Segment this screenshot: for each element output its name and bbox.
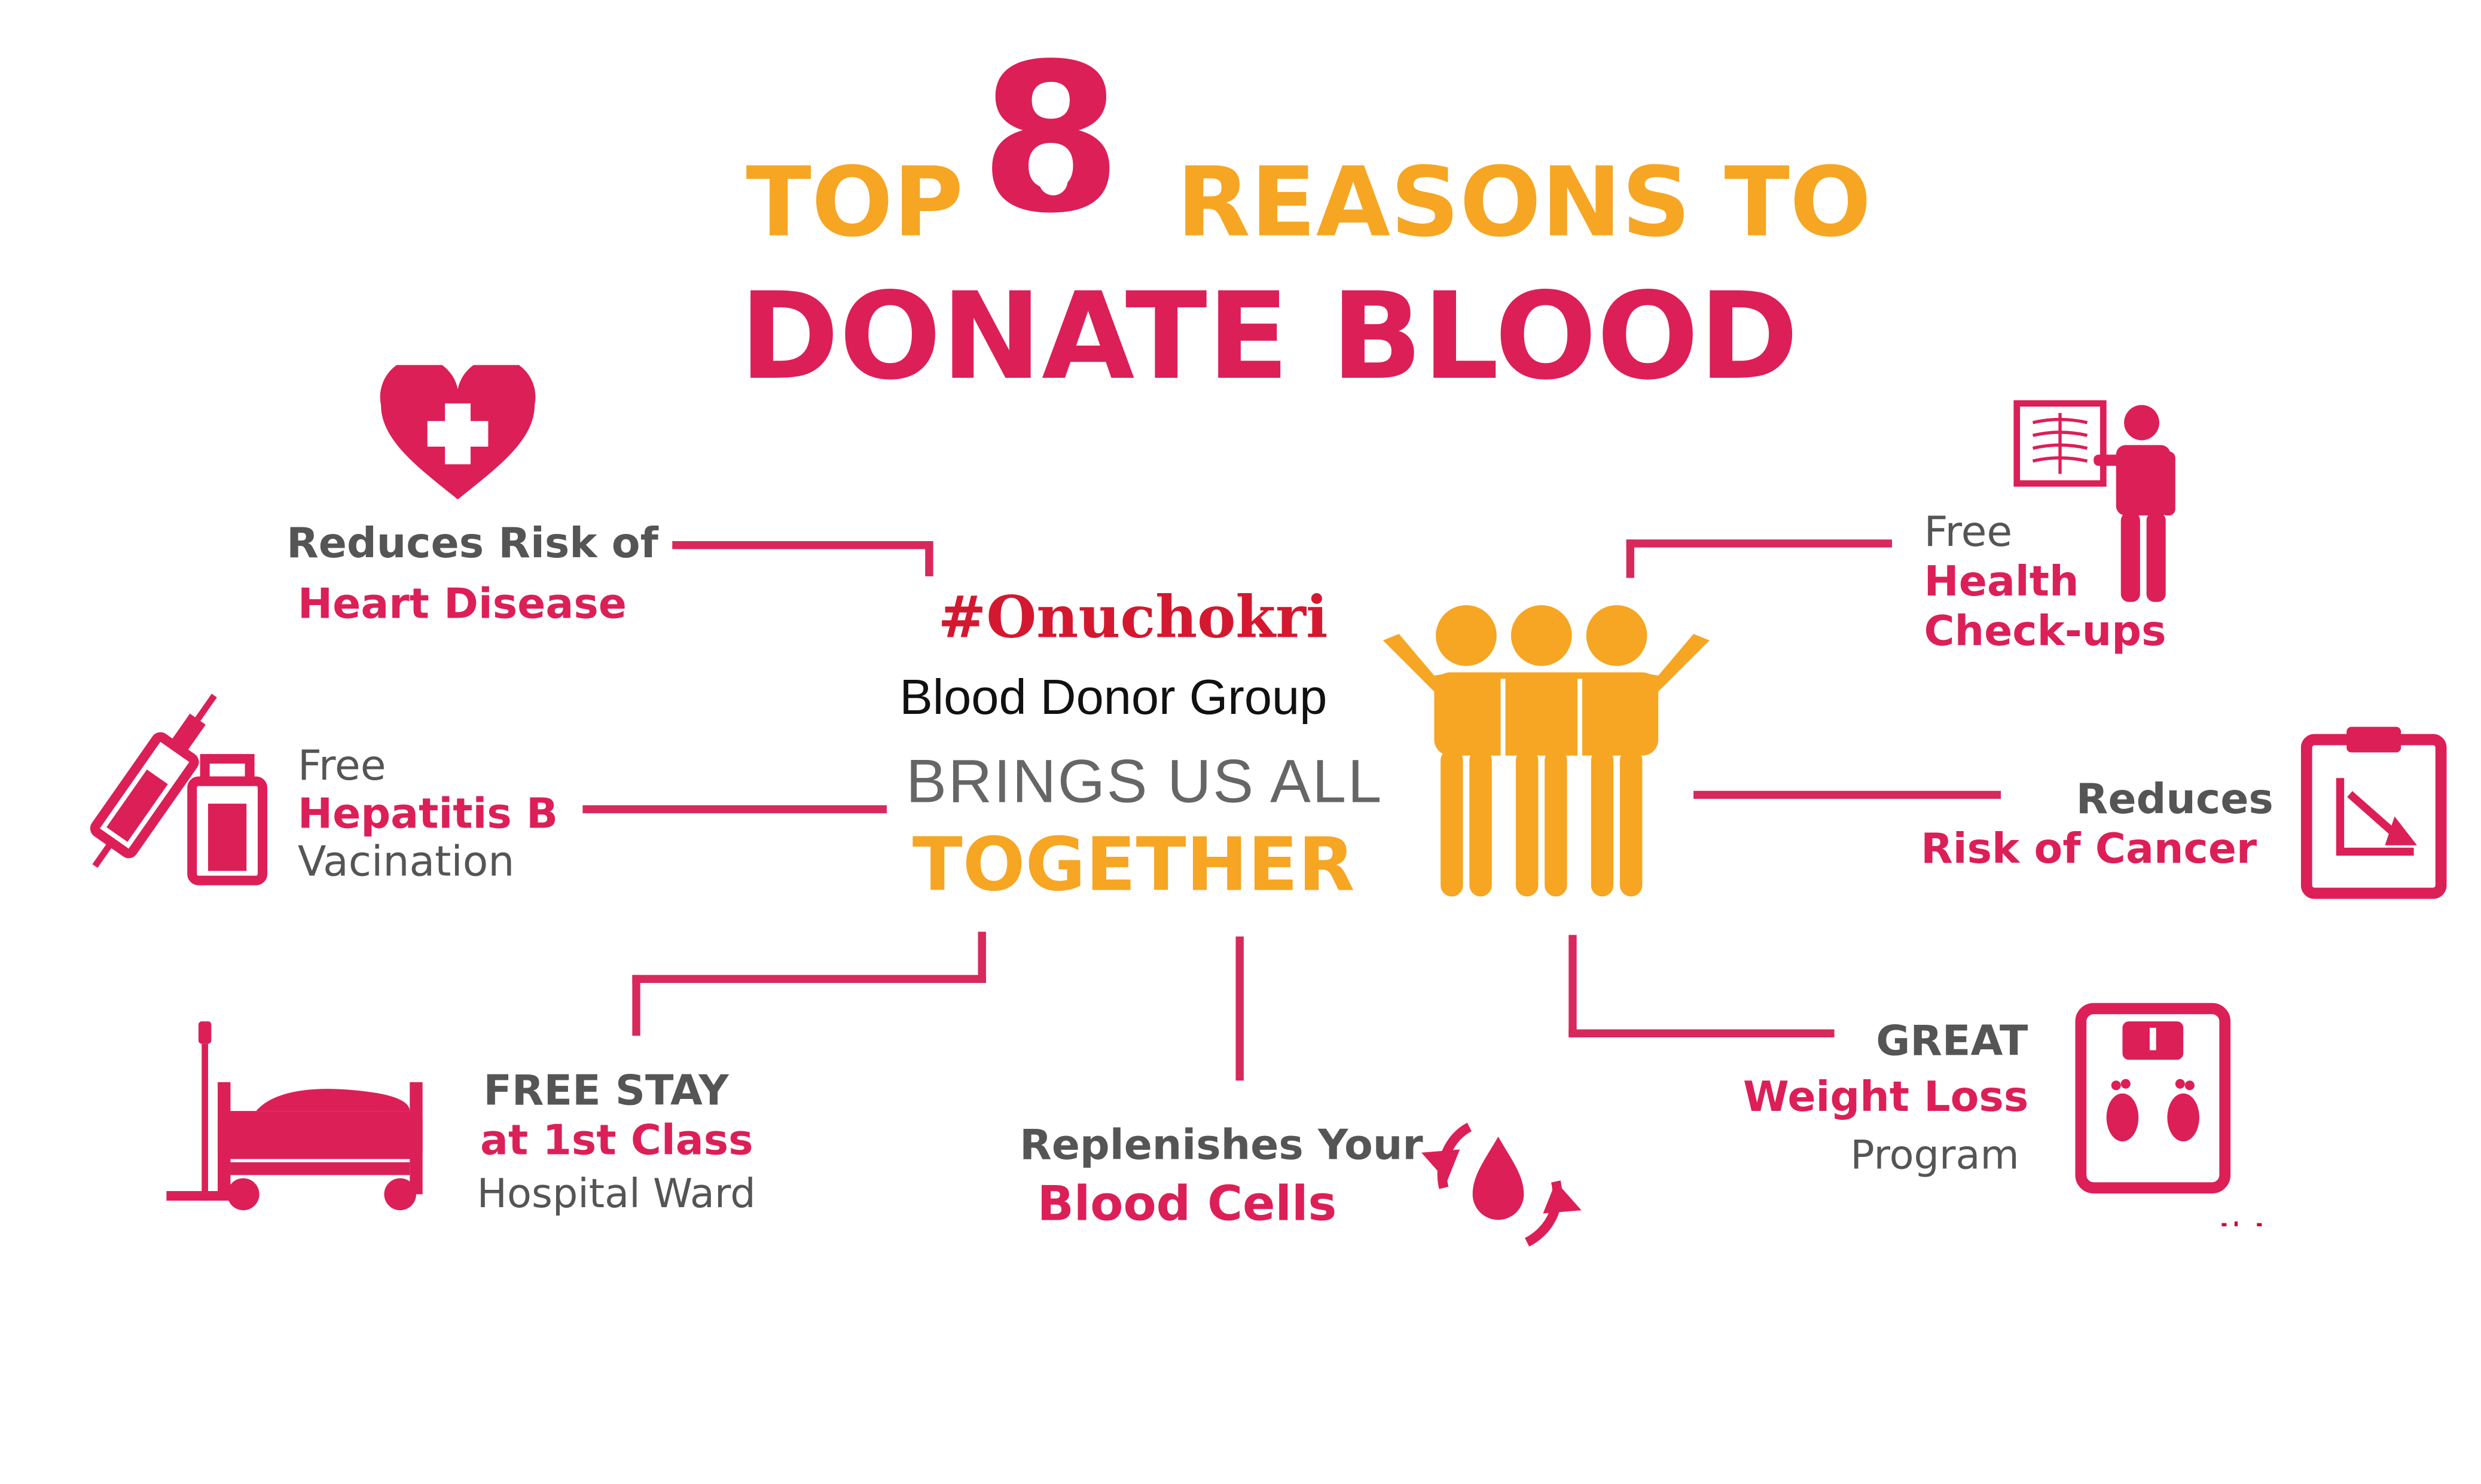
hospital-bed-icon [166,1021,423,1211]
group-people-icon [1383,605,1710,900]
drop-in-eight-icon [1039,150,1068,196]
title-donate-blood: DONATE BLOOD [739,265,1799,407]
blood-drop-cycle-icon [1421,1122,1582,1247]
connector-blood-cells [1235,936,1244,1081]
connector-weight-h [1568,1029,1835,1038]
reason-weight-line1: GREAT [1876,1018,2028,1067]
title-top: TOP [746,147,964,259]
connector-heart-h [672,541,933,549]
brings-us-all: BRINGS US ALL [906,749,1384,817]
syringe-bottle-icon [90,694,268,885]
connector-cancer [1693,790,2001,799]
reason-hepatitis-line1: Free [297,743,386,791]
reason-stay-line1: FREE STAY [483,1067,729,1116]
reason-stay-line2: at 1st Class [480,1117,753,1166]
reason-checkup-line1: Free [1924,509,2013,557]
reason-hepatitis-line3: Vacination [297,839,515,887]
together-text: TOGETHER [912,821,1355,908]
reason-heart-line2: Heart Disease [297,581,627,630]
reason-blood-line1: Replenishes Your [1020,1122,1423,1171]
weighing-scale-icon [2075,1003,2231,1194]
clipboard-chart-icon [2300,726,2447,899]
reason-weight-line3: Program [1850,1131,2019,1178]
reason-cancer-line1: Reduces [2076,776,2274,825]
group-name: Blood Donor Group [899,669,1328,725]
connector-heart-v [925,541,933,576]
connector-weight-v [1568,935,1577,1038]
connector-hepatitis [582,805,887,814]
reason-stay-line3: Hospital Ward [477,1170,756,1217]
connector-checkup-v [1626,539,1635,578]
connector-stay-v2 [632,975,640,1036]
infographic: TOP 8 REASONS TO DONATE BLOOD #Onuchokri… [0,0,2481,1484]
reason-cancer-line2: Risk of Cancer [1921,826,2257,874]
brand-hashtag: #Onuchokri [938,584,1328,652]
title-reasons-to: REASONS TO [1176,147,1872,259]
heart-plus-icon [380,365,536,500]
connector-stay-h [632,975,986,983]
title-number: 8 [979,20,1122,259]
reason-blood-line2: Blood Cells [1037,1176,1337,1233]
connector-checkup-h [1626,539,1892,548]
reason-checkup-line3: Check-ups [1924,608,2166,656]
reason-weight-line2: Weight Loss [1743,1074,2029,1122]
reason-hepatitis-line2: Hepatitis B [297,790,559,839]
small-red-mark [2221,1221,2262,1226]
reason-checkup-line2: Health [1924,558,2079,607]
reason-heart-line1: Reduces Risk of [286,520,658,569]
